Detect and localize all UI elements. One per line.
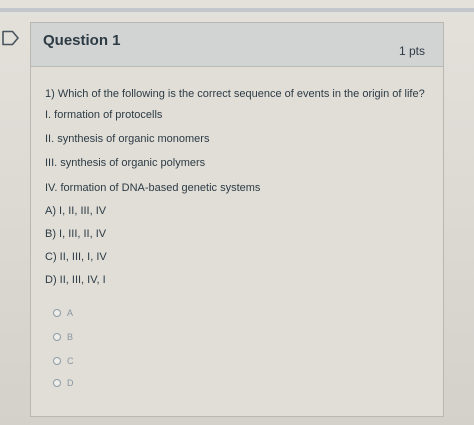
answer-option-b[interactable]: B <box>53 330 73 344</box>
question-prompt: 1) Which of the following is the correct… <box>45 88 425 100</box>
statement-4: IV. formation of DNA-based genetic syste… <box>45 182 261 194</box>
question-header: Question 1 1 pts <box>31 23 443 67</box>
statement-3: III. synthesis of organic polymers <box>45 157 206 169</box>
answer-label-d: D <box>67 378 74 388</box>
radio-button[interactable] <box>53 357 61 365</box>
choice-b-text: B) I, III, II, IV <box>45 228 107 240</box>
answer-option-d[interactable]: D <box>53 376 74 390</box>
question-points: 1 pts <box>398 44 425 58</box>
quiz-page: Question 1 1 pts 1) Which of the followi… <box>0 0 474 425</box>
flag-icon[interactable] <box>2 30 20 46</box>
statement-1: I. formation of protocells <box>45 109 163 121</box>
radio-button[interactable] <box>53 333 61 341</box>
radio-button[interactable] <box>53 309 61 317</box>
answer-label-b: B <box>67 332 74 342</box>
question-card: Question 1 1 pts 1) Which of the followi… <box>30 22 444 417</box>
top-divider <box>0 8 474 12</box>
statement-2: II. synthesis of organic monomers <box>45 133 210 145</box>
choice-a-text: A) I, II, III, IV <box>45 205 107 217</box>
radio-button[interactable] <box>53 379 61 387</box>
answer-label-a: A <box>67 308 74 318</box>
answer-label-c: C <box>67 356 74 366</box>
choice-c-text: C) II, III, I, IV <box>45 251 107 263</box>
answer-option-c[interactable]: C <box>53 354 74 368</box>
choice-d-text: D) II, III, IV, I <box>45 274 106 286</box>
answer-option-a[interactable]: A <box>53 306 73 320</box>
question-title: Question 1 <box>43 32 121 49</box>
